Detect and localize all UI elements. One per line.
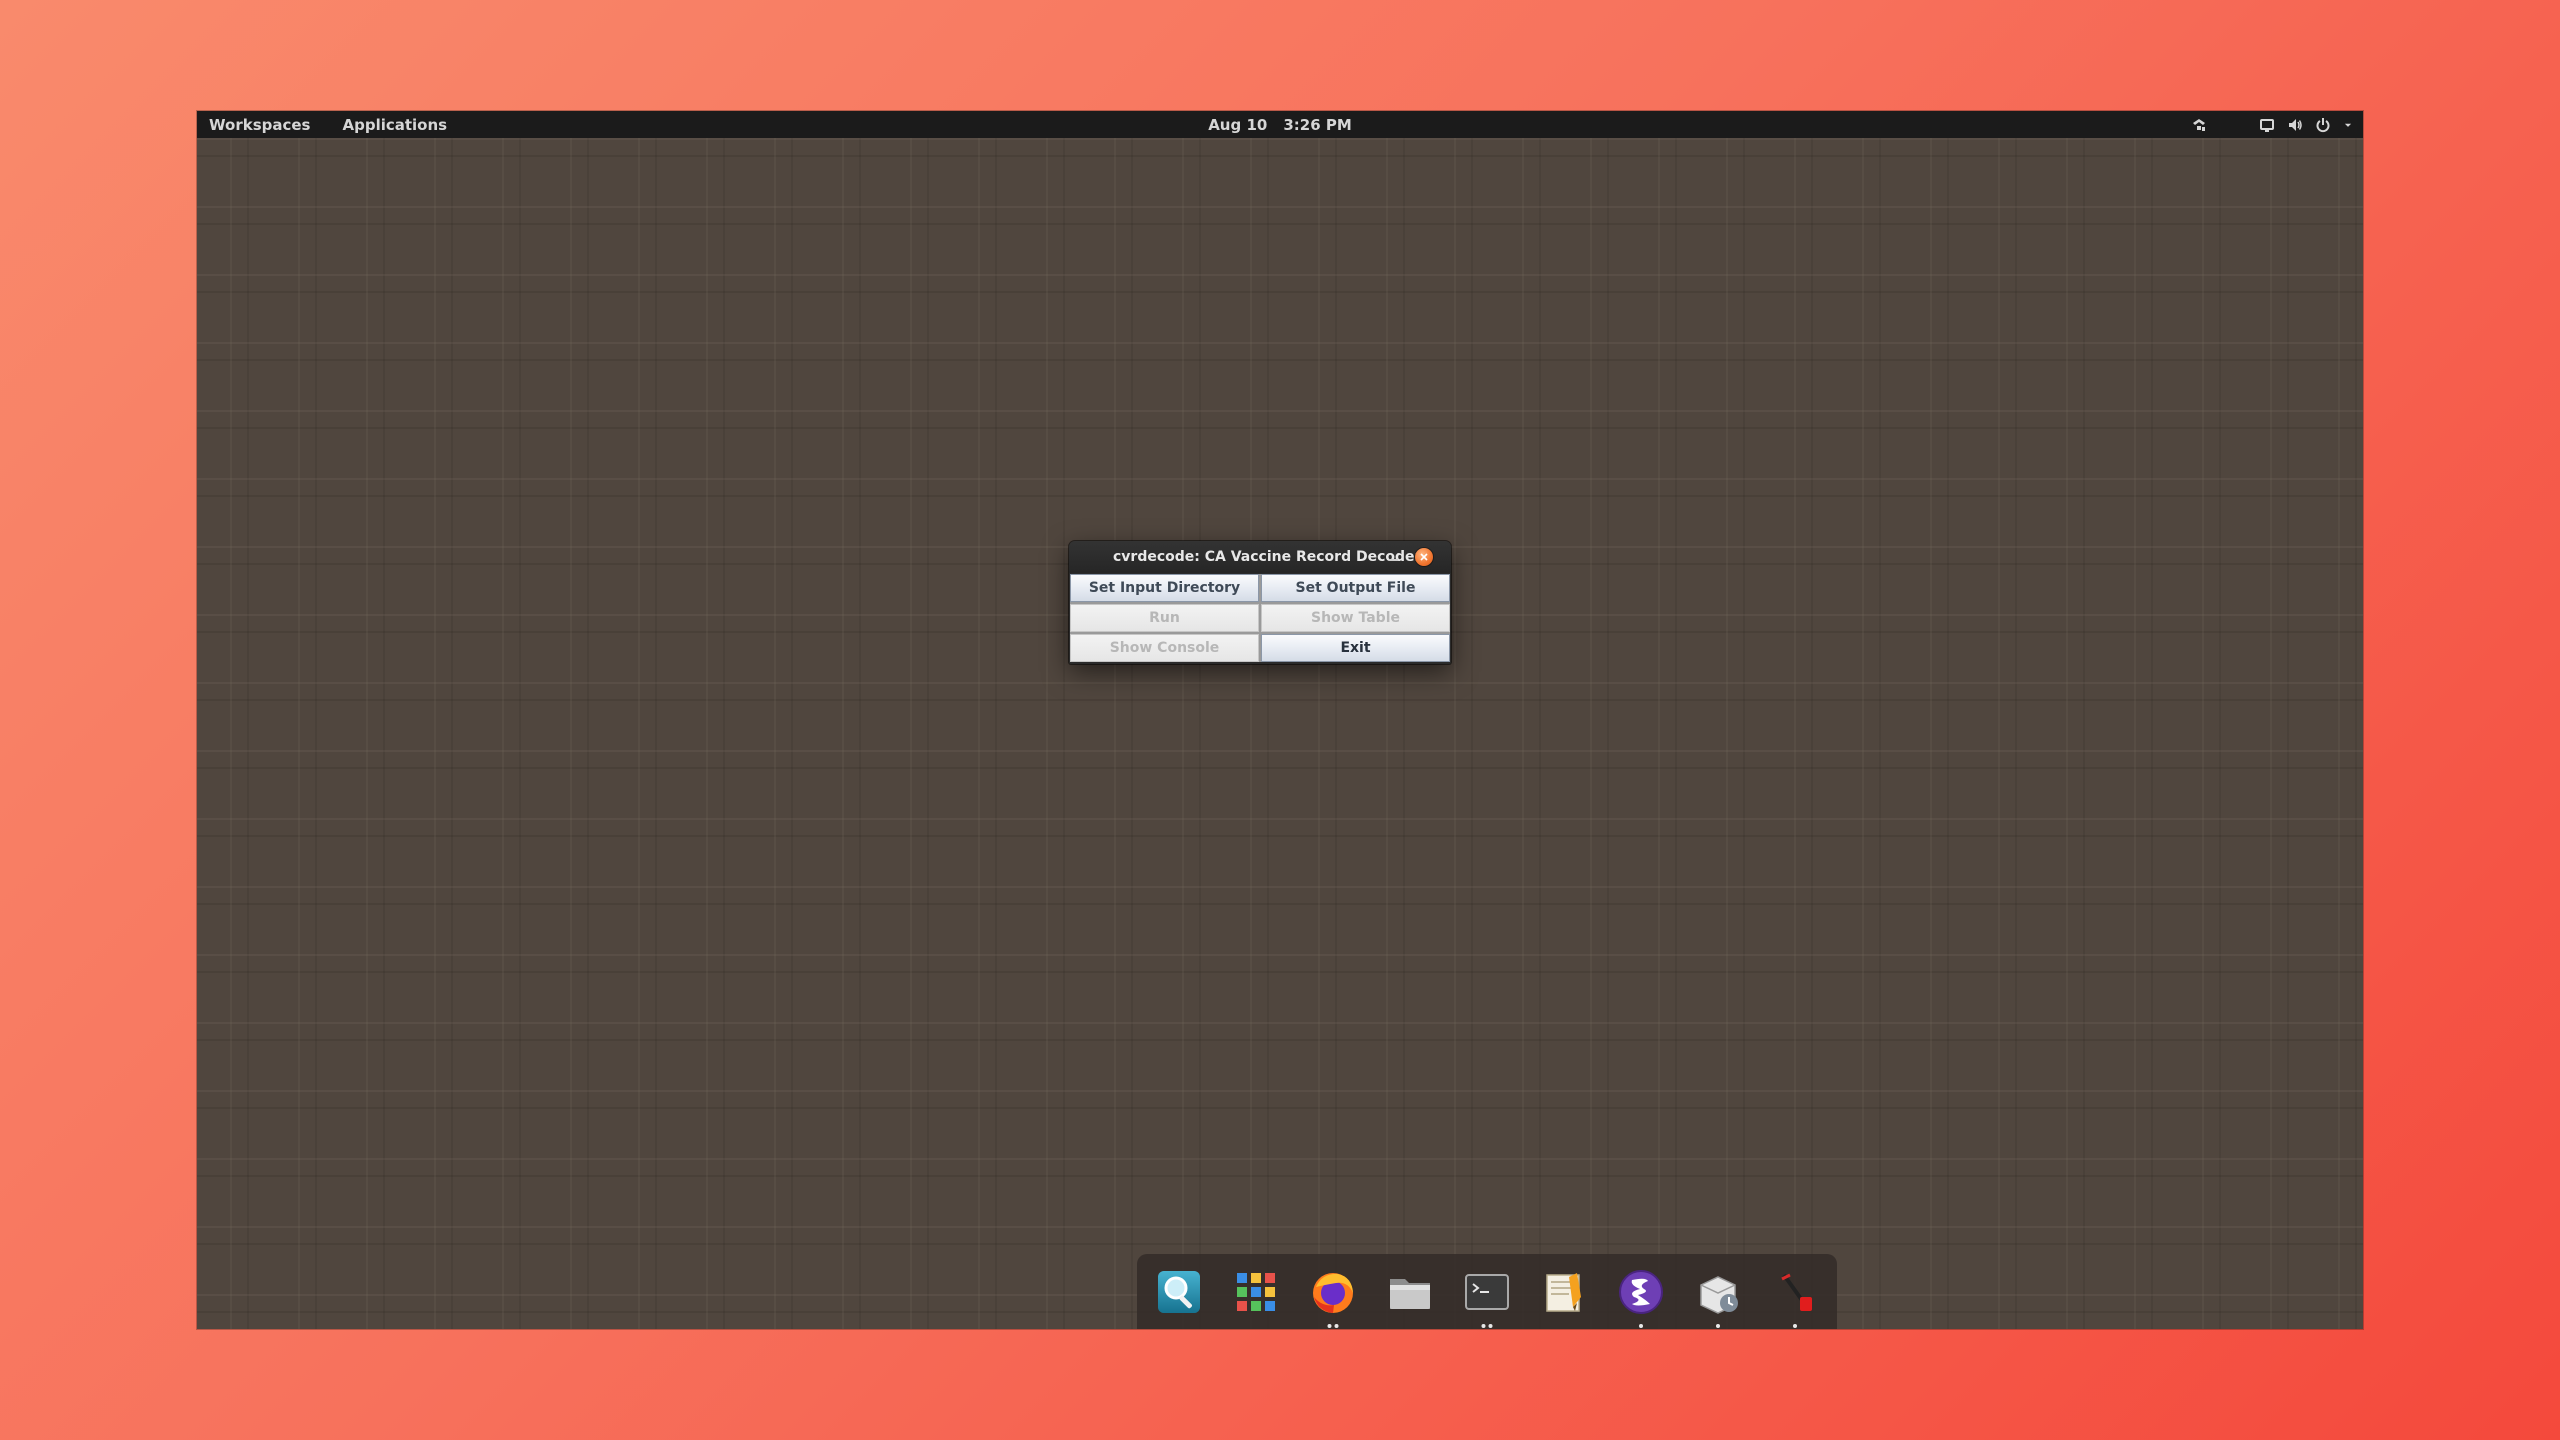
power-icon[interactable]	[2315, 117, 2331, 133]
dialog-titlebar[interactable]: cvrdecode: CA Vaccine Record Decoder	[1069, 541, 1451, 573]
exit-button[interactable]: Exit	[1261, 634, 1450, 662]
set-output-file-button[interactable]: Set Output File	[1261, 574, 1450, 602]
dock-item-package-update[interactable]	[1690, 1264, 1746, 1328]
dock-item-java-app[interactable]	[1767, 1264, 1823, 1328]
display-icon[interactable]	[2259, 117, 2275, 133]
dock-running-indicator	[1793, 1323, 1797, 1328]
firefox-icon	[1313, 1272, 1353, 1313]
clock-date[interactable]: Aug 10	[1208, 116, 1267, 134]
running-dot	[1327, 1323, 1332, 1328]
dock-running-indicator	[1639, 1323, 1643, 1328]
minimize-button[interactable]	[1383, 547, 1403, 567]
magnifier-icon	[1158, 1270, 1200, 1313]
app-grid-icon	[1237, 1272, 1275, 1311]
file-manager-icon	[1390, 1278, 1430, 1309]
dock-item-text-editor[interactable]	[1536, 1264, 1592, 1320]
system-tray	[2191, 111, 2353, 138]
dock-item-app-grid[interactable]	[1228, 1264, 1284, 1320]
dock-item-emacs[interactable]	[1613, 1264, 1669, 1328]
dock-item-terminal[interactable]	[1459, 1264, 1515, 1328]
java-app-icon	[1781, 1273, 1812, 1311]
top-panel: Workspaces Applications Aug 10 3:26 PM	[197, 111, 2363, 138]
terminal-icon	[1465, 1273, 1509, 1310]
running-dot	[1639, 1323, 1643, 1328]
workspaces-menu[interactable]: Workspaces	[209, 116, 310, 134]
dialog-title: cvrdecode: CA Vaccine Record Decoder	[1113, 549, 1422, 565]
close-icon	[1420, 553, 1428, 561]
dock-item-firefox[interactable]	[1305, 1264, 1361, 1328]
panel-clock: Aug 10 3:26 PM	[197, 111, 2363, 138]
running-dot	[1488, 1323, 1493, 1328]
dialog-button-grid: Set Input Directory Set Output File Run …	[1070, 574, 1450, 662]
volume-icon[interactable]	[2287, 117, 2303, 133]
show-table-button[interactable]: Show Table	[1261, 604, 1450, 632]
running-dot	[1481, 1323, 1486, 1328]
running-dot	[1716, 1323, 1720, 1328]
panel-left: Workspaces Applications	[209, 111, 447, 138]
dropdown-arrow-icon[interactable]	[2343, 117, 2353, 133]
emacs-icon	[1619, 1269, 1663, 1314]
dock	[1137, 1254, 1837, 1329]
running-dot	[1793, 1323, 1797, 1328]
clock-time[interactable]: 3:26 PM	[1283, 116, 1351, 134]
applications-menu[interactable]: Applications	[342, 116, 447, 134]
desktop-wallpaper[interactable]	[197, 138, 2363, 1329]
run-button[interactable]: Run	[1070, 604, 1259, 632]
dock-running-indicator	[1327, 1323, 1339, 1328]
dock-item-files[interactable]	[1382, 1264, 1438, 1320]
dock-running-indicator	[1716, 1323, 1720, 1328]
running-dot	[1334, 1323, 1339, 1328]
text-editor-icon	[1546, 1272, 1581, 1312]
cvrdecode-dialog: cvrdecode: CA Vaccine Record Decoder Set…	[1069, 541, 1451, 664]
show-console-button[interactable]: Show Console	[1070, 634, 1259, 662]
set-input-directory-button[interactable]: Set Input Directory	[1070, 574, 1259, 602]
network-icon[interactable]	[2191, 117, 2207, 133]
dock-item-search[interactable]	[1151, 1264, 1207, 1320]
dock-running-indicator	[1481, 1323, 1493, 1328]
desktop-screen: Workspaces Applications Aug 10 3:26 PM c…	[197, 111, 2363, 1329]
package-update-icon	[1700, 1275, 1738, 1314]
close-button[interactable]	[1415, 548, 1433, 566]
